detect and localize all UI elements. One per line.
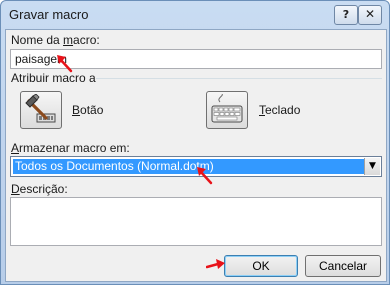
dialog-body: Nome da macro: paisagem Atribuir macro a… — [5, 29, 387, 282]
help-button[interactable]: ? — [334, 5, 358, 25]
title-bar: Gravar macro ? ✕ — [1, 1, 389, 29]
assign-button-button[interactable] — [20, 91, 62, 129]
record-macro-dialog: Gravar macro ? ✕ Nome da macro: paisagem… — [0, 0, 390, 285]
cancel-button[interactable]: Cancelar — [305, 255, 381, 277]
keyboard-icon — [211, 94, 243, 123]
close-button[interactable]: ✕ — [358, 5, 382, 25]
button-option-label: Botão — [72, 103, 104, 117]
chevron-down-icon[interactable]: ▼ — [364, 158, 380, 175]
macro-name-label: Nome da macro: — [11, 33, 100, 47]
assign-keyboard-button[interactable] — [206, 91, 248, 129]
keyboard-option-label: Teclado — [259, 103, 301, 117]
store-macro-selected: Todos os Documentos (Normal.dotm) — [13, 159, 365, 174]
description-input[interactable] — [10, 197, 382, 246]
store-macro-label: Armazenar macro em: — [11, 141, 130, 155]
annotation-arrow-icon — [197, 167, 213, 185]
annotation-arrow-icon — [206, 259, 225, 269]
ok-button[interactable]: OK — [224, 255, 298, 277]
annotation-arrow-icon — [57, 55, 73, 73]
dialog-title: Gravar macro — [9, 7, 89, 22]
assign-macro-label: Atribuir macro a — [11, 71, 96, 85]
group-divider — [96, 78, 382, 79]
hammer-toolbar-icon — [25, 94, 56, 123]
description-label: Descrição: — [11, 182, 68, 196]
